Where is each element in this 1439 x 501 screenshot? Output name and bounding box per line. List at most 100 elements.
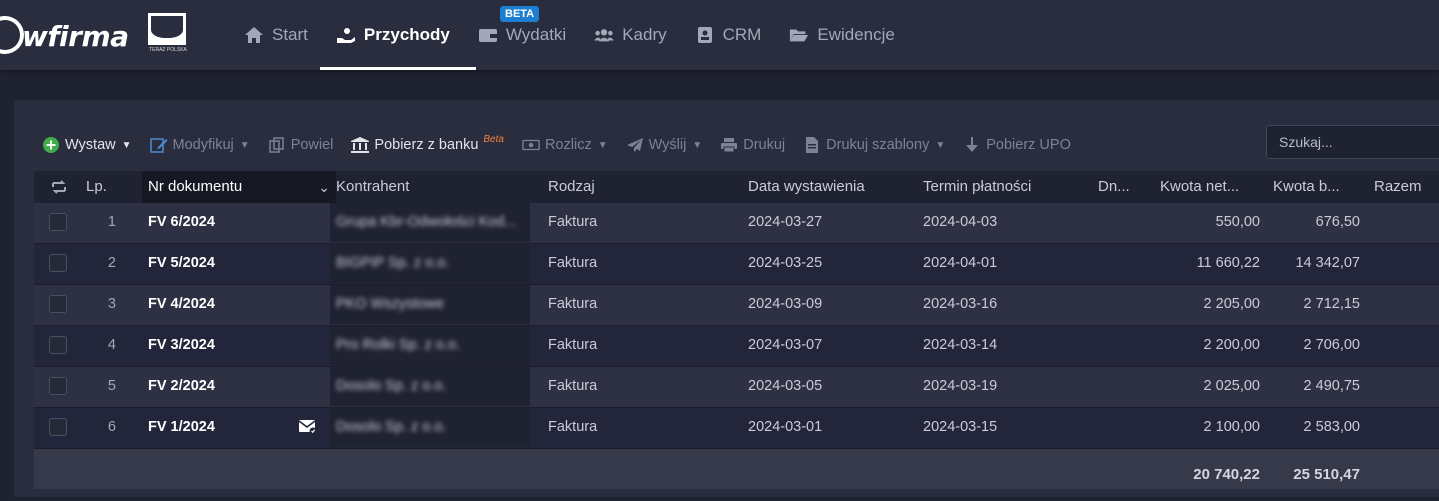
pobierz-upo-label: Pobierz UPO [986, 137, 1071, 153]
bank-icon [351, 137, 370, 153]
row-kontrahent[interactable]: PKO Wszystowe [336, 285, 444, 324]
header-kwota-netto[interactable]: Kwota net... [1160, 171, 1239, 203]
row-kontrahent[interactable]: Dosolo Sp. z o.o. [336, 367, 446, 406]
file-text-icon [806, 137, 819, 153]
users-icon [594, 29, 615, 42]
row-termin: 2024-04-01 [923, 255, 998, 271]
row-nr-dokumentu[interactable]: FV 6/2024 [148, 203, 215, 242]
powiel-label: Powiel [290, 137, 334, 153]
home-icon [245, 27, 263, 43]
nav-przychody-label: Przychody [363, 25, 450, 44]
envelope-sent-icon[interactable] [299, 420, 317, 434]
wfirma-logo[interactable]: wfirma [0, 14, 129, 58]
nav-ewidencje-label: Ewidencje [817, 25, 895, 44]
row-checkbox[interactable] [49, 377, 67, 395]
pobierz-z-banku-label: Pobierz z banku [374, 137, 479, 153]
arrow-down-icon [966, 137, 979, 152]
table-row[interactable]: 4 FV 3/2024 Pro Rolki Sp. z o.o. Faktura… [34, 326, 1439, 367]
table-row[interactable]: 2 FV 5/2024 BIGPIP Sp. z o.o. Faktura 20… [34, 244, 1439, 285]
powiel-button[interactable]: Powiel [268, 137, 334, 153]
header-lp[interactable]: Lp. [86, 171, 107, 203]
paper-plane-icon [626, 138, 643, 152]
row-nr-dokumentu[interactable]: FV 4/2024 [148, 285, 215, 324]
copy-icon [268, 137, 284, 153]
table-header: Lp. Nr dokumentu ⌄ Kontrahent Rodzaj Dat… [34, 171, 1439, 203]
printer-icon [721, 138, 738, 153]
row-termin: 2024-03-16 [923, 296, 998, 312]
nav-crm[interactable]: CRM [681, 0, 776, 70]
nav-crm-label: CRM [722, 25, 762, 44]
table-row[interactable]: 3 FV 4/2024 PKO Wszystowe Faktura 2024-0… [34, 285, 1439, 326]
row-data-wystawienia: 2024-03-25 [748, 255, 823, 271]
row-nr-dokumentu[interactable]: FV 3/2024 [148, 326, 215, 365]
header-kontrahent[interactable]: Kontrahent [336, 171, 409, 203]
sort-toggle-icon[interactable] [50, 179, 68, 195]
row-kwota-brutto: 14 342,07 [1295, 255, 1360, 271]
nav-przychody[interactable]: Przychody [319, 0, 476, 70]
row-rodzaj: Faktura [548, 214, 598, 230]
row-nr-dokumentu[interactable]: FV 2/2024 [148, 367, 215, 406]
row-kwota-brutto: 2 706,00 [1303, 337, 1360, 353]
row-rodzaj: Faktura [548, 255, 598, 271]
header-nr-dokumentu[interactable]: Nr dokumentu ⌄ [142, 171, 336, 203]
plus-circle-icon [43, 137, 59, 153]
wystaw-button[interactable]: Wystaw ▼ [42, 137, 132, 153]
pobierz-z-banku-button[interactable]: Pobierz z banku Beta [351, 133, 504, 153]
drukuj-label: Drukuj [743, 137, 786, 153]
table-row[interactable]: 1 FV 6/2024 Grupa Kbr-Odwołości Kod... F… [34, 203, 1439, 244]
drukuj-szablony-button[interactable]: Drukuj szablony ▼ [803, 137, 945, 153]
chevron-down-icon: ▼ [692, 139, 703, 151]
row-kwota-netto: 2 200,00 [1203, 337, 1260, 353]
row-kwota-brutto: 2 712,15 [1303, 296, 1360, 312]
row-rodzaj: Faktura [548, 419, 598, 435]
row-kontrahent[interactable]: Grupa Kbr-Odwołości Kod... [336, 203, 517, 242]
row-checkbox[interactable] [49, 213, 67, 231]
rozlicz-button[interactable]: Rozlicz ▼ [522, 137, 608, 153]
row-termin: 2024-04-03 [923, 214, 998, 230]
row-kontrahent[interactable]: BIGPIP Sp. z o.o. [336, 244, 449, 283]
wyslij-button[interactable]: Wyślij ▼ [626, 137, 703, 153]
header-termin-platnosci[interactable]: Termin płatności [923, 171, 1031, 203]
wyslij-label: Wyślij [648, 137, 687, 153]
chevron-down-icon: ▼ [121, 139, 132, 151]
row-kwota-netto: 11 660,22 [1196, 255, 1260, 271]
table-row[interactable]: 6 FV 1/2024 Dosolo Sp. z o.o. Faktura 20… [34, 408, 1439, 449]
modyfikuj-button[interactable]: Modyfikuj ▼ [149, 137, 250, 153]
totals-row: 20 740,22 25 510,47 [34, 449, 1439, 489]
header-kwota-brutto[interactable]: Kwota b... [1273, 171, 1340, 203]
main-nav: Start Przychody Wydatki Kadry CRM Ewiden… [230, 0, 909, 70]
pobierz-upo-button[interactable]: Pobierz UPO [963, 137, 1071, 153]
row-nr-dokumentu[interactable]: FV 5/2024 [148, 244, 215, 283]
row-checkbox[interactable] [49, 254, 67, 272]
rozlicz-label: Rozlicz [544, 137, 592, 153]
drukuj-button[interactable]: Drukuj [720, 137, 785, 153]
row-termin: 2024-03-14 [923, 337, 998, 353]
table-row[interactable]: 5 FV 2/2024 Dosolo Sp. z o.o. Faktura 20… [34, 367, 1439, 408]
header-nr-label: Nr dokumentu [148, 178, 243, 195]
row-data-wystawienia: 2024-03-09 [748, 296, 823, 312]
row-data-wystawienia: 2024-03-05 [748, 378, 823, 394]
row-kontrahent[interactable]: Pro Rolki Sp. z o.o. [336, 326, 460, 365]
nav-start[interactable]: Start [230, 0, 322, 70]
row-checkbox[interactable] [49, 336, 67, 354]
edit-icon [149, 138, 168, 153]
row-lp: 3 [107, 296, 116, 312]
logo-text: wfirma [22, 20, 129, 53]
pobierz-beta-label: Beta [483, 133, 504, 145]
row-checkbox[interactable] [49, 295, 67, 313]
row-kontrahent[interactable]: Dosolo Sp. z o.o. [336, 408, 446, 447]
row-nr-dokumentu[interactable]: FV 1/2024 [148, 408, 215, 447]
header-rodzaj[interactable]: Rodzaj [548, 171, 595, 203]
header-dn[interactable]: Dn... [1098, 171, 1130, 203]
row-lp: 2 [107, 255, 116, 271]
logo-ring-icon [0, 16, 24, 54]
row-kwota-netto: 2 100,00 [1203, 419, 1260, 435]
nav-ewidencje[interactable]: Ewidencje [775, 0, 909, 70]
row-checkbox[interactable] [49, 418, 67, 436]
search-input[interactable] [1266, 125, 1439, 159]
header-razem[interactable]: Razem [1374, 171, 1422, 203]
contact-card-icon [697, 27, 712, 43]
header-data-wystawienia[interactable]: Data wystawienia [748, 171, 865, 203]
nav-kadry[interactable]: Kadry [580, 0, 680, 70]
row-termin: 2024-03-19 [923, 378, 998, 394]
